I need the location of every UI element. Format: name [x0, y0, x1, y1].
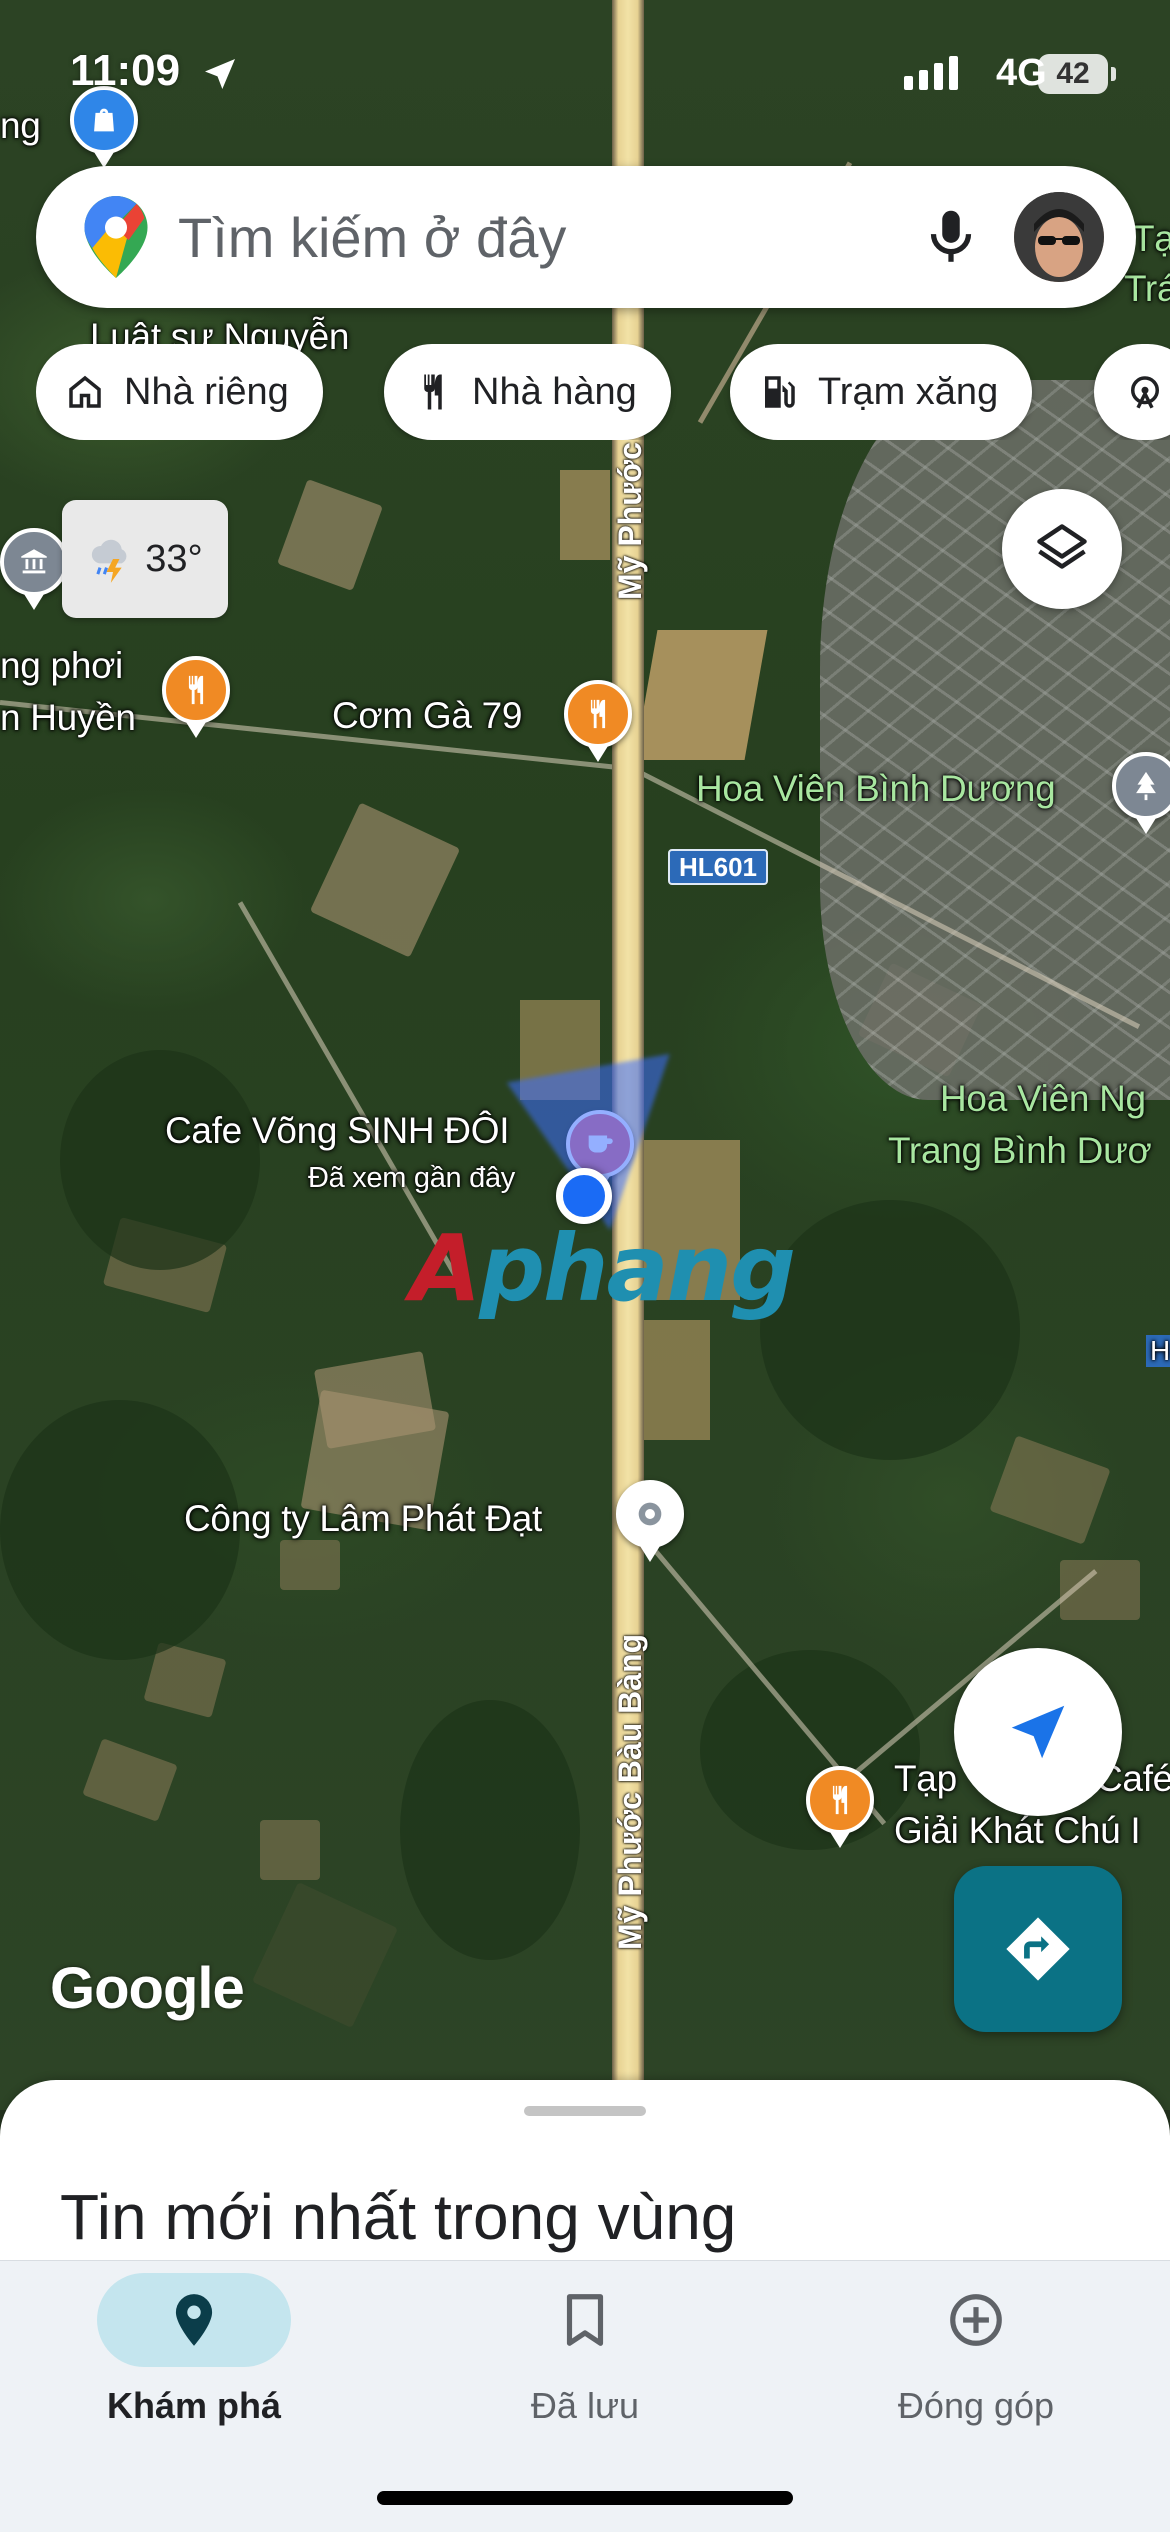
- map-label[interactable]: Hoa Viên Ng: [940, 1078, 1146, 1120]
- restaurant-icon: [188, 675, 204, 705]
- map-label[interactable]: n Huyền: [0, 697, 136, 739]
- map-field: [280, 1540, 340, 1590]
- chip-attractions[interactable]: [1094, 344, 1170, 440]
- home-indicator[interactable]: [377, 2491, 793, 2505]
- add-circle-icon: [950, 2294, 1002, 2346]
- status-bar: 11:09 4G 42: [0, 0, 1170, 130]
- map-field: [82, 1738, 178, 1822]
- map-field: [260, 1820, 320, 1880]
- layers-button[interactable]: [1002, 489, 1122, 609]
- chip-label: Nhà hàng: [472, 370, 637, 413]
- residential-grid: [820, 380, 1170, 1100]
- restaurant-icon: [590, 699, 606, 729]
- road-badge: HL601: [668, 849, 768, 885]
- nav-explore[interactable]: Khám phá: [44, 2273, 344, 2453]
- restaurant-icon: [424, 374, 442, 410]
- nav-saved-pill: [488, 2273, 682, 2367]
- com-ga-pin[interactable]: [564, 680, 632, 762]
- map-forest: [60, 1050, 260, 1270]
- map-label[interactable]: Hoa Viên Bình Dương: [696, 768, 1056, 810]
- map-label[interactable]: Trang Bình Dươ: [888, 1130, 1152, 1172]
- sheet-title: Tin mới nhất trong vùng: [60, 2181, 737, 2253]
- map-forest: [400, 1700, 580, 1960]
- restaurant-pin[interactable]: [162, 656, 230, 738]
- directions-button[interactable]: [954, 1866, 1122, 2032]
- gas-station-icon: [765, 376, 795, 408]
- map-clearing: [634, 630, 768, 760]
- chip-label: Nhà riêng: [124, 370, 289, 413]
- map-label: H: [1146, 1335, 1170, 1367]
- place-dot-icon: [638, 1502, 662, 1526]
- map-label[interactable]: Tạ: [1132, 218, 1170, 260]
- nav-label: Khám phá: [106, 2385, 282, 2426]
- map-label[interactable]: Cơm Gà 79: [332, 695, 522, 737]
- chip-label: Trạm xăng: [818, 370, 999, 413]
- avatar[interactable]: [1014, 192, 1104, 282]
- cellular-signal-icon: [904, 56, 958, 90]
- map-field: [277, 479, 383, 591]
- sheet-drag-handle[interactable]: [524, 2106, 646, 2116]
- thunderstorm-icon: [92, 539, 127, 583]
- map-field: [989, 1435, 1111, 1545]
- search-input[interactable]: [178, 201, 878, 273]
- road-label-bottom: Mỹ Phước Bàu Bàng: [612, 1633, 648, 1950]
- category-chips: Nhà riêng Nhà hàng Trạm xăng: [36, 344, 1170, 440]
- map-forest: [760, 1200, 1020, 1460]
- nav-label: Đóng góp: [897, 2385, 1055, 2426]
- map-field: [309, 802, 461, 958]
- chip-gas-station[interactable]: Trạm xăng: [730, 344, 1033, 440]
- search-bar[interactable]: [36, 166, 1136, 308]
- directions-icon: [1006, 1917, 1070, 1981]
- nav-saved[interactable]: Đã lưu: [435, 2273, 735, 2453]
- chip-restaurant[interactable]: Nhà hàng: [384, 344, 671, 440]
- map-label[interactable]: Trá: [1124, 268, 1170, 310]
- chip-home[interactable]: Nhà riêng: [36, 344, 323, 440]
- watermark-a: A: [410, 1215, 481, 1322]
- profile-photo-icon: [1014, 192, 1104, 282]
- attraction-icon: [1131, 376, 1159, 409]
- map-forest: [700, 1650, 920, 1850]
- google-logo: Google: [50, 1956, 245, 2021]
- microphone-icon[interactable]: [916, 202, 986, 272]
- nav-contribute-pill: [879, 2273, 1073, 2367]
- map-label[interactable]: Tạp: [894, 1758, 957, 1800]
- bookmark-icon: [566, 2294, 604, 2346]
- tree-icon: [1136, 771, 1156, 801]
- map-clearing: [560, 470, 610, 560]
- layers-icon: [1037, 524, 1087, 569]
- company-pin[interactable]: [616, 1480, 684, 1562]
- venue-icon: [21, 549, 47, 574]
- location-arrow-icon: [205, 59, 235, 89]
- map-label: Đã xem gần đây: [308, 1162, 515, 1194]
- weather-temperature: 33°: [145, 537, 203, 580]
- map-label[interactable]: Giải Khát Chú I: [894, 1810, 1141, 1852]
- nav-contribute[interactable]: Đóng góp: [826, 2273, 1126, 2453]
- google-maps-logo-icon: [84, 196, 148, 278]
- nav-explore-pill: [97, 2273, 291, 2367]
- map-field: [251, 1881, 399, 2029]
- my-location-button[interactable]: [954, 1648, 1122, 1816]
- status-time: 11:09: [70, 46, 181, 95]
- venue-pin[interactable]: [0, 528, 68, 610]
- explore-pin-icon: [175, 2294, 213, 2346]
- bottom-sheet[interactable]: Tin mới nhất trong vùng: [0, 2080, 1170, 2260]
- watermark-rest: phang: [479, 1215, 796, 1322]
- bottom-navigation: Khám phá Đã lưu Đóng góp: [0, 2260, 1170, 2532]
- watermark: Aphang: [410, 1215, 796, 1322]
- tap-hoa-pin[interactable]: [806, 1766, 874, 1848]
- restaurant-icon: [832, 1785, 848, 1815]
- weather-widget[interactable]: 33°: [62, 500, 228, 618]
- home-icon: [69, 375, 101, 408]
- navigation-arrow-icon: [1011, 1705, 1065, 1759]
- battery-icon: 42: [1038, 54, 1116, 94]
- map-label[interactable]: Cafe Võng SINH ĐÔI: [165, 1110, 509, 1152]
- map-label[interactable]: Công ty Lâm Phát Đạt: [184, 1498, 542, 1540]
- nav-label: Đã lưu: [530, 2385, 640, 2426]
- map-label[interactable]: ng phơi: [0, 645, 123, 687]
